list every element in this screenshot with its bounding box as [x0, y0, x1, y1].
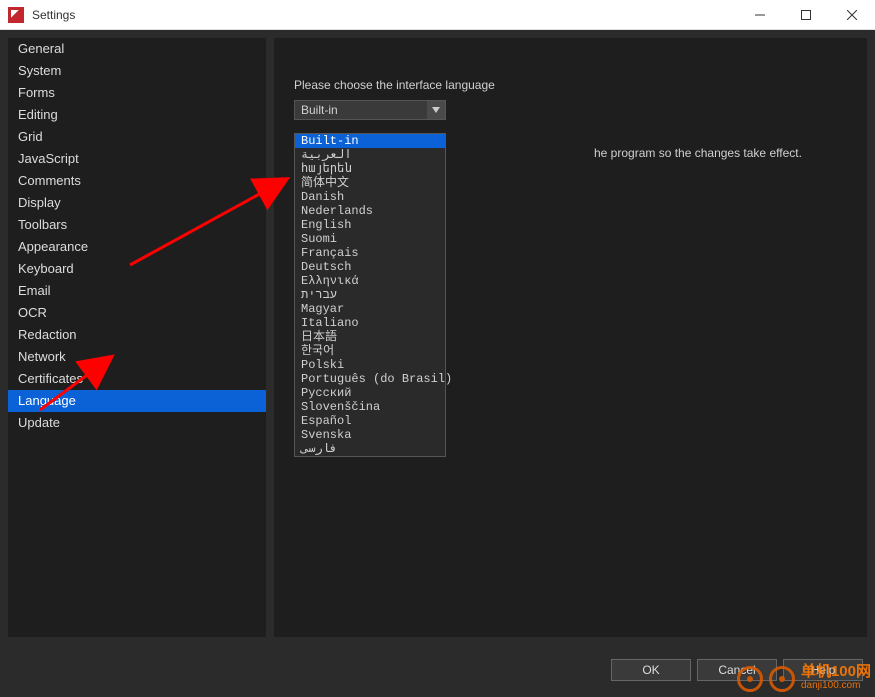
sidebar-item-javascript[interactable]: JavaScript — [8, 148, 266, 170]
language-option[interactable]: հայերեն — [295, 162, 445, 176]
app-icon — [8, 7, 24, 23]
sidebar-item-editing[interactable]: Editing — [8, 104, 266, 126]
watermark-url: danji100.com — [801, 679, 871, 693]
language-option[interactable]: Built-in — [295, 134, 445, 148]
language-option[interactable]: Русский — [295, 386, 445, 400]
language-option[interactable]: Polski — [295, 358, 445, 372]
title-bar: Settings — [0, 0, 875, 30]
language-option[interactable]: עברית — [295, 288, 445, 302]
sidebar-item-comments[interactable]: Comments — [8, 170, 266, 192]
language-option[interactable]: 한국어 — [295, 344, 445, 358]
language-option[interactable]: Deutsch — [295, 260, 445, 274]
sidebar-item-toolbars[interactable]: Toolbars — [8, 214, 266, 236]
language-option[interactable]: English — [295, 218, 445, 232]
sidebar-item-appearance[interactable]: Appearance — [8, 236, 266, 258]
watermark-icon — [769, 666, 795, 692]
sidebar-item-grid[interactable]: Grid — [8, 126, 266, 148]
language-option[interactable]: Español — [295, 414, 445, 428]
language-option[interactable]: العربية — [295, 148, 445, 162]
language-prompt: Please choose the interface language — [294, 78, 847, 92]
language-option[interactable]: فارسی — [295, 442, 445, 456]
sidebar-item-network[interactable]: Network — [8, 346, 266, 368]
language-option[interactable]: Italiano — [295, 316, 445, 330]
close-button[interactable] — [829, 0, 875, 30]
sidebar-item-forms[interactable]: Forms — [8, 82, 266, 104]
watermark: 单机100网 danji100.com — [737, 665, 871, 693]
restart-note: he program so the changes take effect. — [594, 146, 802, 160]
language-combo[interactable]: Built-in — [294, 100, 446, 120]
language-option[interactable]: Svenska — [295, 428, 445, 442]
ok-button[interactable]: OK — [611, 659, 691, 681]
settings-sidebar: GeneralSystemFormsEditingGridJavaScriptC… — [8, 38, 266, 637]
sidebar-item-ocr[interactable]: OCR — [8, 302, 266, 324]
language-option[interactable]: Danish — [295, 190, 445, 204]
sidebar-item-system[interactable]: System — [8, 60, 266, 82]
sidebar-item-general[interactable]: General — [8, 38, 266, 60]
maximize-button[interactable] — [783, 0, 829, 30]
language-option[interactable]: Magyar — [295, 302, 445, 316]
minimize-button[interactable] — [737, 0, 783, 30]
language-combo-value: Built-in — [301, 103, 338, 117]
chevron-down-icon[interactable] — [427, 101, 445, 119]
sidebar-item-display[interactable]: Display — [8, 192, 266, 214]
language-dropdown[interactable]: Built-inالعربيةհայերեն简体中文DanishNederlan… — [294, 133, 446, 457]
language-option[interactable]: Slovenščina — [295, 400, 445, 414]
language-option[interactable]: Português (do Brasil) — [295, 372, 445, 386]
sidebar-item-redaction[interactable]: Redaction — [8, 324, 266, 346]
window-title: Settings — [32, 8, 75, 22]
sidebar-item-certificates[interactable]: Certificates — [8, 368, 266, 390]
language-option[interactable]: Suomi — [295, 232, 445, 246]
dialog-body: GeneralSystemFormsEditingGridJavaScriptC… — [0, 30, 875, 697]
sidebar-item-email[interactable]: Email — [8, 280, 266, 302]
language-option[interactable]: 简体中文 — [295, 176, 445, 190]
watermark-name: 单机100网 — [801, 665, 871, 679]
language-option[interactable]: Nederlands — [295, 204, 445, 218]
sidebar-item-keyboard[interactable]: Keyboard — [8, 258, 266, 280]
language-option[interactable]: 日本語 — [295, 330, 445, 344]
sidebar-item-update[interactable]: Update — [8, 412, 266, 434]
language-option[interactable]: Ελληνικά — [295, 274, 445, 288]
watermark-icon — [737, 666, 763, 692]
sidebar-item-language[interactable]: Language — [8, 390, 266, 412]
language-panel: Please choose the interface language Bui… — [274, 38, 867, 637]
language-option[interactable]: Français — [295, 246, 445, 260]
